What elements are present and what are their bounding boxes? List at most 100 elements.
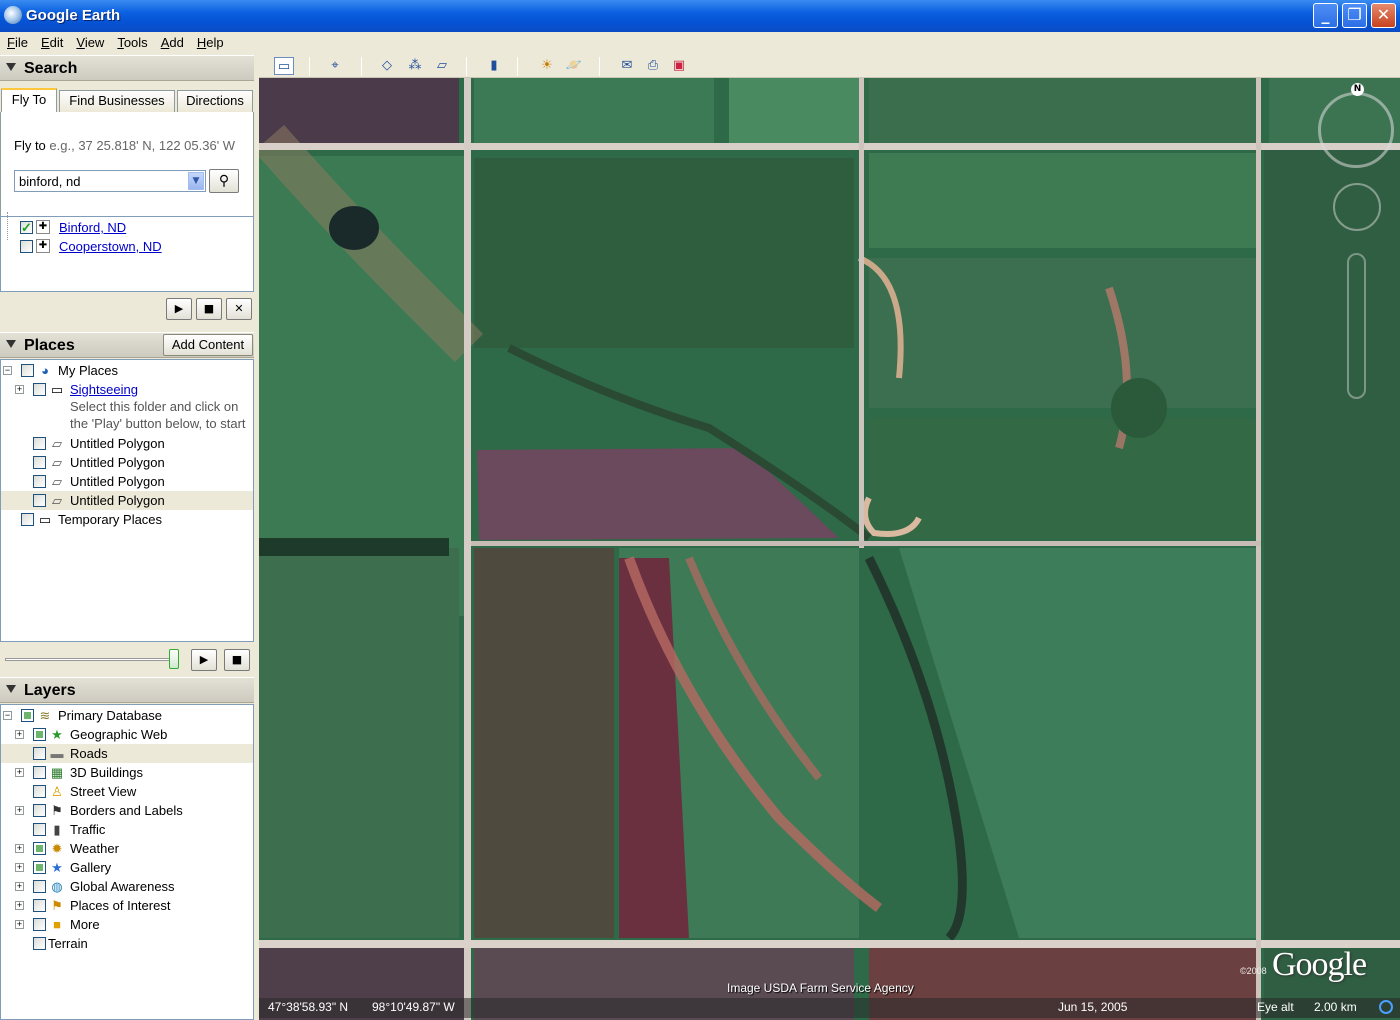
layer-primary-database[interactable]: − ≋ Primary Database (1, 706, 251, 725)
result-checkbox[interactable] (20, 218, 33, 237)
map-view[interactable]: N (259, 78, 1400, 1020)
tree-checkbox[interactable] (33, 475, 46, 488)
ruler-icon[interactable]: ▮ (484, 57, 504, 75)
tree-item-polygon[interactable]: ▱ Untitled Polygon (1, 472, 251, 491)
layer-checkbox[interactable] (33, 918, 46, 931)
close-button[interactable]: ✕ (1371, 3, 1396, 28)
layer-checkbox[interactable] (33, 747, 46, 760)
tree-checkbox[interactable] (33, 383, 46, 396)
layer-checkbox[interactable] (33, 728, 46, 741)
collapse-triangle-icon[interactable] (6, 340, 16, 348)
folder-icon: ■ (53, 917, 61, 932)
tree-checkbox[interactable] (21, 513, 34, 526)
list-item[interactable]: ✚ Cooperstown, ND (5, 237, 245, 256)
compass-ring[interactable]: N (1318, 83, 1394, 168)
window-title: Google Earth (26, 7, 121, 24)
layer-item[interactable]: ▬ Roads (1, 744, 253, 763)
sightseeing-description: the 'Play' button below, to start (70, 416, 246, 431)
layers-panel-header[interactable]: Layers (0, 677, 254, 703)
polygon-icon[interactable]: ◇ (377, 57, 397, 75)
tree-checkbox[interactable] (33, 437, 46, 450)
layer-checkbox[interactable] (33, 937, 46, 950)
layer-checkbox[interactable] (33, 842, 46, 855)
zoom-slider[interactable] (1347, 253, 1366, 399)
maximize-button[interactable]: ❐ (1342, 3, 1367, 28)
layer-checkbox[interactable] (33, 804, 46, 817)
stop-button[interactable]: ■ (224, 649, 250, 671)
search-results: ✚ Binford, ND ✚ Cooperstown, ND (0, 212, 254, 292)
tree-item-temporary-places[interactable]: ▭ Temporary Places (1, 510, 251, 529)
stop-button[interactable]: ■ (196, 298, 222, 320)
layer-item[interactable]: + ◍ Global Awareness (1, 877, 251, 896)
layer-item[interactable]: + ⚑ Borders and Labels (1, 801, 251, 820)
menu-add[interactable]: Add (154, 32, 190, 50)
list-item[interactable]: ✚ Binford, ND (5, 212, 245, 240)
menu-help[interactable]: Help (190, 32, 230, 50)
layer-item[interactable]: + ★ Gallery (1, 858, 251, 877)
layer-checkbox[interactable] (33, 861, 46, 874)
search-panel-header[interactable]: Search (0, 55, 254, 81)
tree-checkbox[interactable] (21, 364, 34, 377)
look-joystick[interactable] (1333, 183, 1381, 231)
result-checkbox[interactable] (20, 240, 33, 253)
sunlight-icon[interactable]: ☀ (537, 57, 557, 75)
collapse-triangle-icon[interactable] (6, 63, 16, 71)
stop-icon: ■ (231, 653, 243, 666)
print-icon[interactable]: ⎙ (643, 57, 663, 75)
layer-checkbox[interactable] (33, 880, 46, 893)
layer-checkbox[interactable] (33, 823, 46, 836)
placemark-icon[interactable]: ⌖ (325, 57, 345, 75)
menu-edit[interactable]: Edit (34, 32, 69, 50)
tour-slider-track[interactable] (5, 658, 175, 661)
play-button[interactable]: ▶ (191, 649, 217, 671)
layer-item[interactable]: + ⚑ Places of Interest (1, 896, 251, 915)
menu-tools[interactable]: Tools (110, 32, 153, 50)
result-link[interactable]: Binford, ND (59, 218, 126, 237)
layer-checkbox[interactable] (33, 785, 46, 798)
globe-icon: ◍ (51, 879, 63, 894)
layer-item[interactable]: ▮ Traffic (1, 820, 251, 839)
planet-icon[interactable]: 🪐 (564, 57, 584, 75)
layer-checkbox[interactable] (33, 766, 46, 779)
tree-item-polygon[interactable]: ▱ Untitled Polygon (1, 434, 251, 453)
fly-to-input[interactable]: binford, nd ▼ (14, 170, 206, 192)
road-icon: ▬ (50, 746, 64, 761)
layer-item[interactable]: + ✹ Weather (1, 839, 251, 858)
layer-checkbox[interactable] (21, 709, 34, 722)
layer-item[interactable]: ♙ Street View (1, 782, 251, 801)
collapse-triangle-icon[interactable] (6, 685, 16, 693)
places-panel-header[interactable]: Places Add Content (0, 332, 254, 358)
tree-item-my-places[interactable]: − ◕ My Places (1, 361, 251, 380)
layer-item[interactable]: + ■ More (1, 915, 251, 934)
layer-item[interactable]: Terrain (1, 934, 251, 953)
tour-slider-handle[interactable] (169, 649, 179, 669)
google-maps-icon[interactable]: ▣ (669, 57, 689, 75)
search-button[interactable]: ⚲ (209, 169, 239, 193)
streaming-indicator-icon (1379, 1000, 1393, 1014)
tab-fly-to[interactable]: Fly To (1, 88, 57, 112)
clear-button[interactable]: ✕ (226, 298, 252, 320)
tree-checkbox[interactable] (33, 494, 46, 507)
path-icon[interactable]: ⁂ (405, 57, 425, 75)
tree-item-polygon[interactable]: ▱ Untitled Polygon (1, 491, 253, 510)
menu-view[interactable]: View (69, 32, 110, 50)
minimize-button[interactable]: _ (1313, 3, 1338, 28)
north-indicator[interactable]: N (1351, 83, 1364, 96)
result-link[interactable]: Cooperstown, ND (59, 237, 162, 256)
play-button[interactable]: ▶ (166, 298, 192, 320)
tree-checkbox[interactable] (33, 456, 46, 469)
image-overlay-icon[interactable]: ▱ (432, 57, 452, 75)
tab-find-businesses[interactable]: Find Businesses (59, 90, 175, 112)
email-icon[interactable]: ✉ (617, 57, 637, 75)
menu-file[interactable]: File (0, 32, 34, 50)
layer-item[interactable]: + ★ Geographic Web (1, 725, 251, 744)
satellite-imagery[interactable] (259, 78, 1400, 1020)
tab-directions[interactable]: Directions (177, 90, 253, 112)
layer-item[interactable]: + ▦ 3D Buildings (1, 763, 251, 782)
tree-item-polygon[interactable]: ▱ Untitled Polygon (1, 453, 251, 472)
close-icon: ✕ (234, 302, 244, 315)
layer-checkbox[interactable] (33, 899, 46, 912)
sidebar-toggle-icon[interactable]: ▭ (274, 57, 294, 75)
chevron-down-icon[interactable]: ▼ (188, 172, 204, 190)
add-content-button[interactable]: Add Content (163, 334, 253, 356)
